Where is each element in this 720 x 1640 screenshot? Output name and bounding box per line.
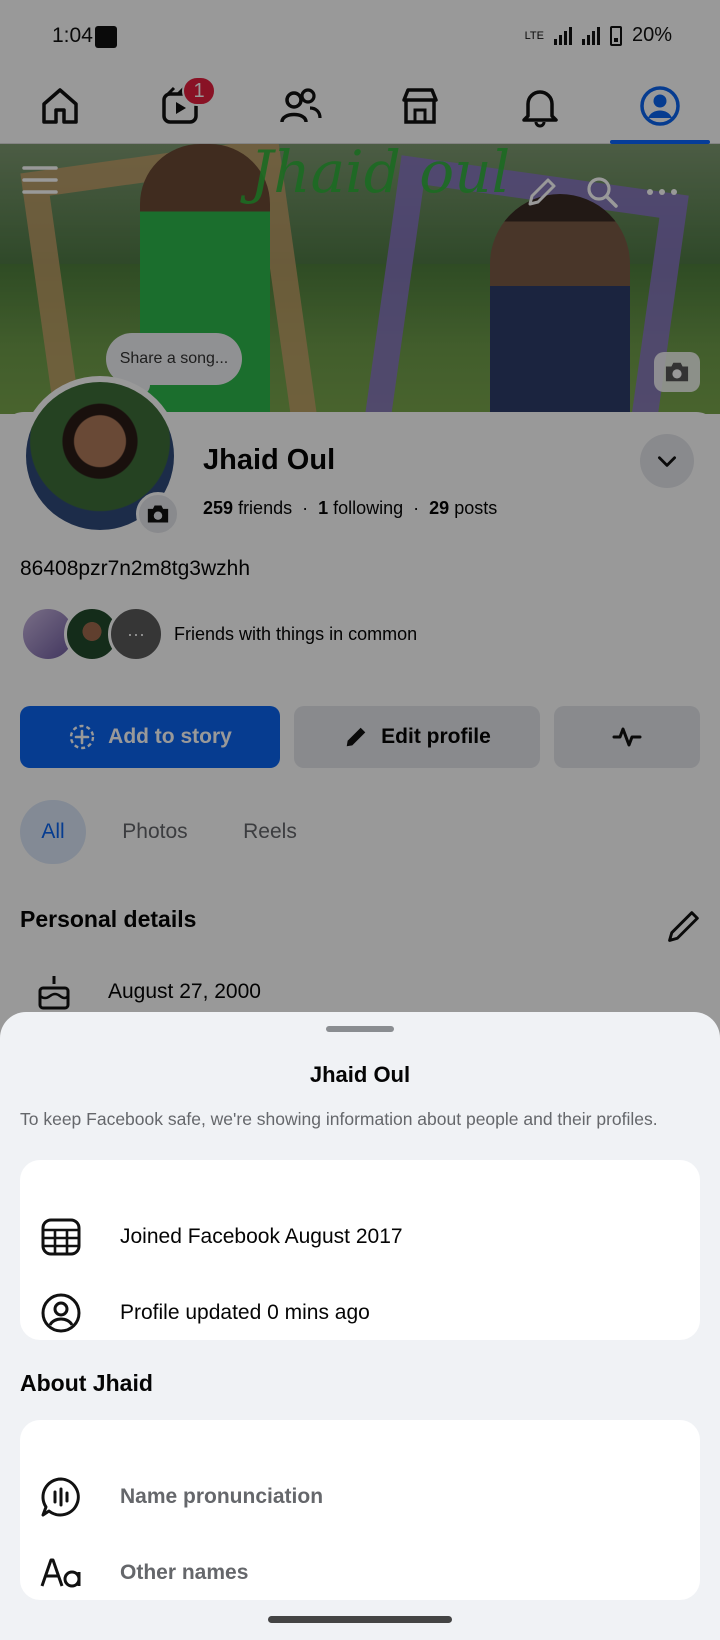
pencil-icon bbox=[346, 727, 366, 747]
status-time: 1:04 bbox=[52, 24, 93, 47]
tab-photos[interactable]: Photos bbox=[104, 800, 206, 864]
avatar-camera-button[interactable] bbox=[136, 492, 180, 536]
pencil-icon bbox=[528, 178, 556, 206]
following-label[interactable]: following bbox=[333, 498, 403, 518]
posts-label: posts bbox=[454, 498, 498, 518]
about-card: Name pronunciation Other names bbox=[20, 1420, 700, 1600]
edit-cover-button[interactable] bbox=[522, 172, 562, 212]
sheet-drag-handle[interactable] bbox=[326, 1026, 394, 1032]
profile-stats: 259 friends · 1 following · 29 posts bbox=[203, 498, 498, 518]
other-names-row[interactable]: Other names bbox=[40, 1548, 248, 1598]
mutual-friends-row[interactable]: ··· Friends with things in common bbox=[20, 606, 417, 662]
hamburger-icon bbox=[22, 166, 58, 194]
tab-profile[interactable] bbox=[610, 76, 710, 144]
updated-row: Profile updated 0 mins ago bbox=[40, 1288, 370, 1338]
share-song-bubble[interactable]: Share a song... bbox=[106, 333, 242, 395]
friends-icon bbox=[280, 88, 322, 123]
profile-dropdown-button[interactable] bbox=[640, 434, 694, 488]
speech-bubble-icon bbox=[40, 1476, 82, 1518]
profile-name: Jhaid Oul bbox=[203, 444, 336, 476]
birthday-cake-icon bbox=[38, 976, 70, 1010]
updated-text: Profile updated 0 mins ago bbox=[120, 1301, 370, 1324]
tab-all[interactable]: All bbox=[20, 800, 86, 864]
calendar-icon bbox=[40, 1216, 82, 1258]
top-nav-bar bbox=[0, 70, 720, 144]
more-button[interactable] bbox=[642, 172, 682, 212]
home-indicator[interactable] bbox=[268, 1616, 452, 1623]
other-names-label: Other names bbox=[120, 1561, 249, 1584]
tab-notifications[interactable] bbox=[510, 76, 570, 136]
tab-friends[interactable] bbox=[270, 76, 330, 136]
activity-button[interactable] bbox=[554, 706, 700, 768]
profile-username: 86408pzr7n2m8tg3wzhh bbox=[20, 557, 250, 580]
cover-camera-button[interactable] bbox=[654, 352, 700, 392]
sheet-description: To keep Facebook safe, we're showing inf… bbox=[20, 1109, 658, 1129]
tab-home[interactable] bbox=[30, 76, 90, 136]
signal-icon bbox=[553, 26, 572, 45]
about-title: About Jhaid bbox=[20, 1370, 153, 1396]
activity-icon bbox=[612, 727, 642, 747]
sheet-title: Jhaid Oul bbox=[309, 1062, 411, 1087]
edit-profile-button[interactable]: Edit profile bbox=[294, 706, 540, 768]
following-count[interactable]: 1 bbox=[318, 498, 328, 518]
personal-details-title: Personal details bbox=[20, 906, 197, 932]
mutual-friends-text: Friends with things in common bbox=[174, 623, 418, 644]
joined-row: Joined Facebook August 2017 bbox=[40, 1212, 403, 1262]
notification-icon bbox=[95, 26, 117, 48]
edit-details-icon[interactable] bbox=[664, 906, 704, 946]
edit-profile-label: Edit profile bbox=[381, 725, 491, 748]
cover-title: Jhaid oul bbox=[250, 138, 511, 206]
add-to-story-label: Add to story bbox=[108, 725, 232, 748]
camera-icon bbox=[665, 362, 689, 382]
joined-text: Joined Facebook August 2017 bbox=[120, 1225, 403, 1248]
chevron-down-icon bbox=[658, 456, 676, 467]
friends-label[interactable]: friends bbox=[238, 498, 292, 518]
text-aa-icon bbox=[40, 1552, 82, 1594]
signal-icon-2 bbox=[581, 26, 600, 45]
home-icon bbox=[42, 88, 78, 124]
search-icon bbox=[587, 177, 618, 208]
status-bar: 1:04 LTE 20% bbox=[0, 0, 720, 70]
search-button[interactable] bbox=[582, 172, 622, 212]
posts-count: 29 bbox=[429, 498, 450, 518]
info-card: Joined Facebook August 2017 Profile upda… bbox=[20, 1160, 700, 1340]
cover-person-right bbox=[490, 194, 630, 414]
camera-icon bbox=[147, 505, 169, 523]
profile-icon bbox=[640, 86, 680, 126]
tab-reels[interactable]: Reels bbox=[226, 800, 314, 864]
battery-level: 20% bbox=[631, 24, 672, 46]
tab-marketplace[interactable] bbox=[390, 76, 450, 136]
friends-count[interactable]: 259 bbox=[203, 498, 233, 518]
more-icon bbox=[647, 189, 677, 195]
birthday-text: August 27, 2000 bbox=[108, 980, 261, 1003]
battery-icon bbox=[609, 25, 622, 46]
store-icon bbox=[402, 88, 438, 124]
network-type: LTE bbox=[524, 29, 544, 42]
add-to-story-button[interactable]: Add to story bbox=[20, 706, 280, 768]
name-pronunciation-row[interactable]: Name pronunciation bbox=[40, 1472, 323, 1522]
add-story-icon bbox=[69, 724, 95, 750]
bell-icon bbox=[522, 90, 558, 128]
menu-button[interactable] bbox=[20, 160, 60, 200]
video-badge: 1 bbox=[182, 76, 216, 106]
more-friends-icon: ··· bbox=[108, 606, 164, 662]
name-pronunciation-label: Name pronunciation bbox=[120, 1485, 324, 1508]
profile-circle-icon bbox=[40, 1292, 82, 1334]
